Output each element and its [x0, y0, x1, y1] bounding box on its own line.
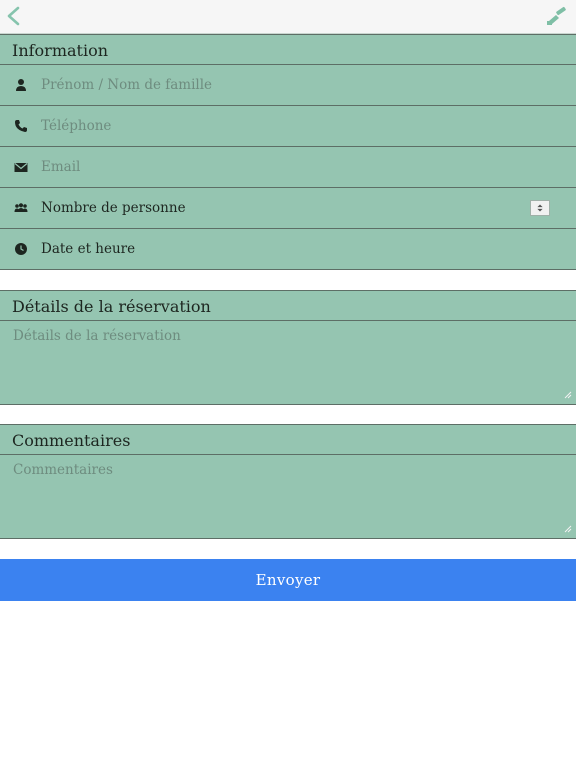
user-icon — [16, 79, 26, 91]
information-heading: Information — [0, 34, 576, 65]
resize-grip-icon[interactable] — [564, 525, 572, 533]
name-field[interactable]: Prénom / Nom de famille — [0, 65, 576, 106]
phone-placeholder: Téléphone — [41, 118, 112, 134]
comments-heading: Commentaires — [0, 424, 576, 455]
name-placeholder: Prénom / Nom de famille — [41, 77, 213, 93]
datetime-field[interactable]: Date et heure — [0, 229, 576, 270]
party-size-label: Nombre de personne — [41, 200, 186, 216]
comments-section: Commentaires Commentaires — [0, 424, 576, 539]
chevron-left-icon[interactable] — [4, 5, 24, 27]
number-stepper[interactable] — [530, 200, 550, 216]
group-icon — [14, 203, 28, 212]
details-heading: Détails de la réservation — [0, 290, 576, 321]
submit-button[interactable]: Envoyer — [0, 559, 576, 601]
resize-grip-icon[interactable] — [564, 391, 572, 399]
email-field[interactable]: Email — [0, 147, 576, 188]
party-size-field[interactable]: Nombre de personne — [0, 188, 576, 229]
comments-placeholder: Commentaires — [13, 462, 113, 478]
details-textarea[interactable]: Détails de la réservation — [0, 321, 576, 405]
phone-icon — [15, 120, 27, 132]
details-placeholder: Détails de la réservation — [13, 328, 181, 344]
datetime-label: Date et heure — [41, 241, 136, 257]
envelope-icon — [14, 163, 28, 172]
clock-icon — [15, 243, 27, 255]
paintbrush-icon[interactable] — [546, 6, 568, 26]
email-placeholder: Email — [41, 159, 81, 175]
details-section: Détails de la réservation Détails de la … — [0, 290, 576, 405]
comments-textarea[interactable]: Commentaires — [0, 455, 576, 539]
information-section: Information Prénom / Nom de famille Télé… — [0, 34, 576, 270]
phone-field[interactable]: Téléphone — [0, 106, 576, 147]
top-bar — [0, 0, 576, 34]
